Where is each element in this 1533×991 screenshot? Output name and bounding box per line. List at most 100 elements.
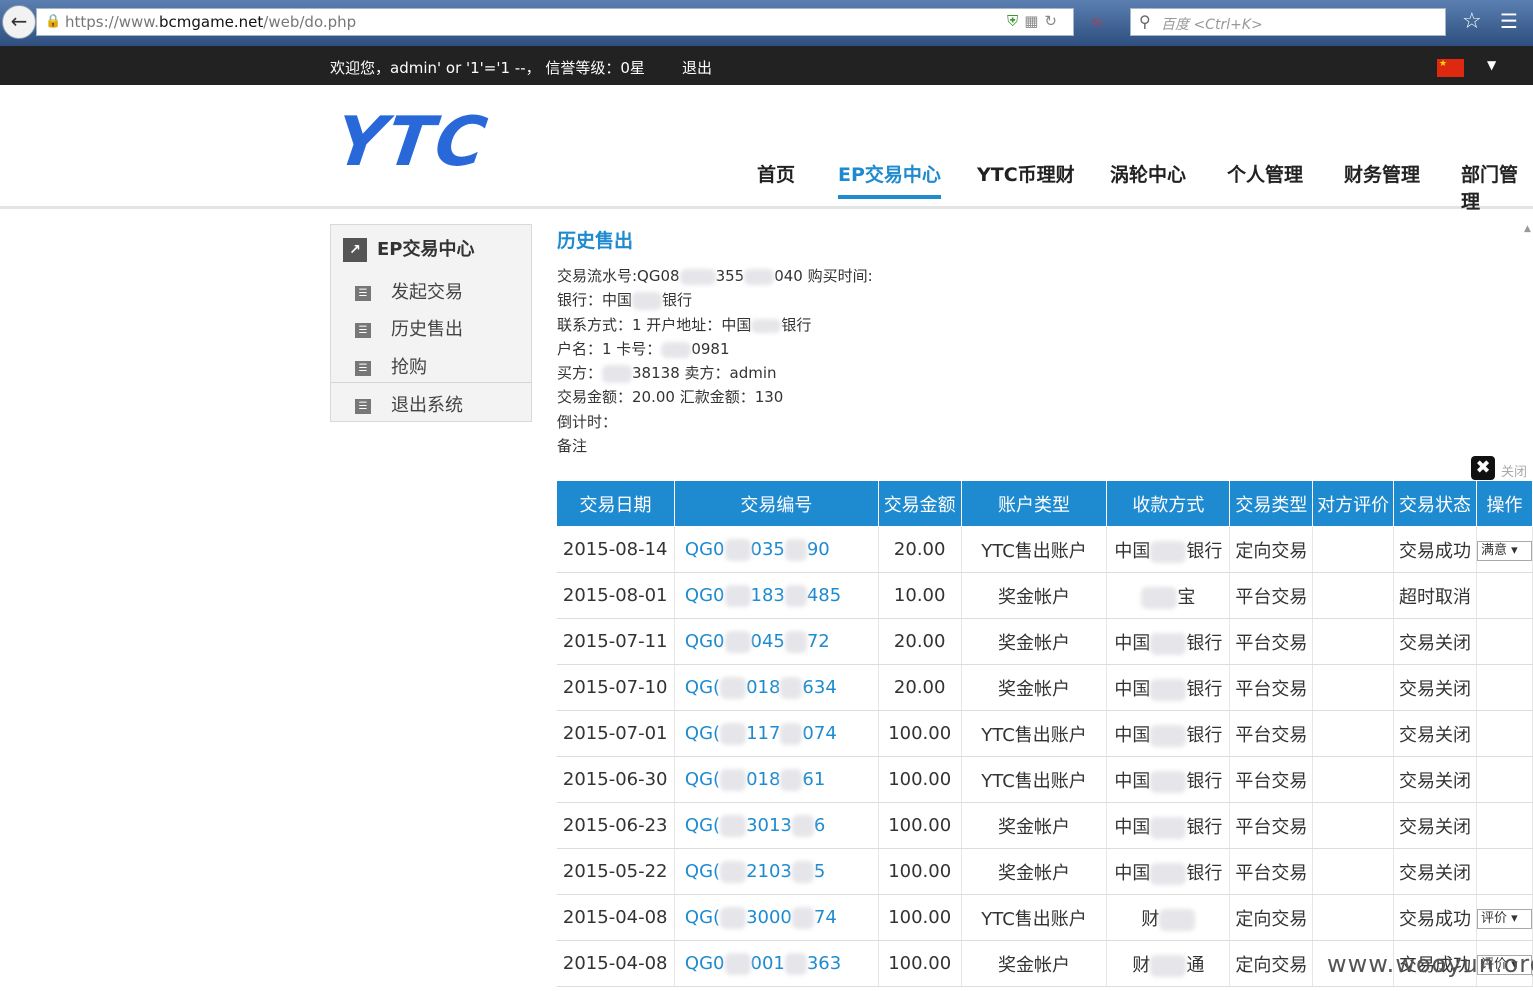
cell-date: 2015-04-08 [556, 940, 675, 987]
cell-trade-type: 平台交易 [1229, 848, 1314, 895]
cell-amount: 10.00 [878, 572, 962, 619]
col-status: 交易状态 [1392, 481, 1477, 527]
table-row: 2015-07-11 QG0 045 72 20.00 奖金帐户 中国 银行 平台交易 交易关闭 [556, 618, 1533, 665]
action-select[interactable]: 评价 ▾ [1476, 909, 1532, 929]
nav-personal[interactable]: 个人管理 [1227, 160, 1303, 187]
watermark: www.wooyun.org [1327, 950, 1533, 978]
cell-action [1476, 848, 1533, 895]
qr-code-icon[interactable]: ▦ [1024, 12, 1044, 30]
cell-amount: 100.00 [878, 710, 962, 757]
table-row: 2015-05-22 QG(2103 5 100.00 奖金帐户 中国 银行 平台交易 交易关闭 [556, 848, 1533, 895]
trade-code-link[interactable]: QG0 183 485 [674, 572, 879, 619]
cell-action [1476, 572, 1533, 619]
chevron-down-icon[interactable]: ▼ [1487, 58, 1496, 72]
trade-code-link[interactable]: QG(117 074 [674, 710, 879, 757]
site-logo[interactable]: YTC [330, 103, 493, 182]
reload-icon[interactable]: ↻ [1044, 12, 1063, 30]
trade-code-link[interactable]: QG(018 634 [674, 664, 879, 711]
detail-countdown: 倒计时： [557, 413, 618, 431]
sidebar-item-start-trade[interactable]: ☰ 发起交易 [355, 278, 463, 304]
detail-serial: 交易流水号:QG08 355 040 购买时间: [557, 267, 873, 285]
trade-code-link[interactable]: QG(2103 5 [674, 848, 879, 895]
cell-amount: 100.00 [878, 894, 962, 941]
cell-amount: 100.00 [878, 940, 962, 987]
address-bar-icons[interactable]: ⛨▦↻ [1007, 12, 1063, 30]
detail-remark: 备注 [557, 437, 588, 455]
cell-action [1476, 802, 1533, 849]
cell-trade-type: 平台交易 [1229, 802, 1314, 849]
shield-icon[interactable]: ⛨ [1007, 12, 1024, 30]
side-menu-title: ↗ EP交易中心 [343, 235, 475, 262]
detail-account: 户名：1 卡号： 0981 [557, 340, 730, 358]
sidebar-item-history[interactable]: ☰ 历史售出 [355, 315, 463, 341]
nav-finance[interactable]: 财务管理 [1344, 160, 1420, 187]
detail-amount: 交易金额：20.00 汇款金额：130 [557, 388, 784, 406]
action-select[interactable]: 满意 ▾ [1476, 541, 1532, 561]
cell-date: 2015-08-01 [556, 572, 675, 619]
nav-turbo-center[interactable]: 涡轮中心 [1110, 160, 1186, 187]
menu-item-icon: ☰ [355, 285, 371, 301]
cell-trade-type: 平台交易 [1229, 618, 1314, 665]
cell-payment: 中国 银行 [1106, 618, 1231, 665]
cell-payment: 中国 银行 [1106, 526, 1231, 573]
sidebar-item-snapup[interactable]: ☰ 抢购 [355, 353, 427, 379]
cell-date: 2015-06-23 [556, 802, 675, 849]
cell-status: 交易关闭 [1393, 802, 1477, 849]
cell-status: 超时取消 [1393, 572, 1477, 619]
cell-payment: 中国 银行 [1106, 756, 1231, 803]
cell-payment: 中国 银行 [1106, 848, 1231, 895]
trade-code-link[interactable]: QG(3013 6 [674, 802, 879, 849]
trade-code-link[interactable]: QG0 045 72 [674, 618, 879, 665]
trade-code-link[interactable]: QG0 035 90 [674, 526, 879, 573]
col-code: 交易编号 [673, 481, 879, 527]
cell-trade-type: 定向交易 [1229, 940, 1314, 987]
cell-status: 交易成功 [1393, 894, 1477, 941]
cell-review [1312, 894, 1394, 941]
cell-action [1476, 618, 1533, 665]
reading-list-icon[interactable]: ☰ [1500, 9, 1518, 33]
adblock-icon[interactable]: ⦸ [1092, 12, 1102, 30]
search-box[interactable]: ⚲ 百度 <Ctrl+K> [1130, 8, 1446, 36]
col-trade-type: 交易类型 [1229, 481, 1314, 527]
menu-item-icon: ☰ [355, 398, 371, 414]
cell-status: 交易关闭 [1393, 664, 1477, 711]
scrollbar-up-arrow[interactable]: ▲ [1524, 224, 1533, 244]
close-label[interactable]: 关闭 [1501, 461, 1527, 480]
cell-amount: 20.00 [878, 618, 962, 665]
back-arrow-icon[interactable]: ← [2, 5, 36, 39]
close-icon[interactable]: ✖ [1471, 456, 1495, 480]
bookmark-star-icon[interactable]: ☆ [1462, 9, 1482, 34]
china-flag-icon[interactable]: ★ [1437, 59, 1464, 77]
cell-status: 交易成功 [1393, 526, 1477, 573]
table-row: 2015-04-08 QG(3000 74 100.00 YTC售出账户财定向交易 交易成… [556, 894, 1533, 941]
address-bar[interactable]: 🔒 https://www.bcmgame.net/web/do.php ⛨▦↻ [36, 8, 1074, 36]
nav-ytc-finance[interactable]: YTC币理财 [977, 160, 1075, 187]
cell-review [1312, 618, 1394, 665]
cell-action [1476, 710, 1533, 757]
cell-amount: 20.00 [878, 664, 962, 711]
table-header-row: 交易日期 交易编号 交易金额 账户类型 收款方式 交易类型 对方评价 交易状态 … [556, 481, 1533, 527]
cell-action [1476, 664, 1533, 711]
logout-link[interactable]: 退出 [682, 57, 712, 78]
trade-code-link[interactable]: QG(3000 74 [674, 894, 879, 941]
trade-code-link[interactable]: QG(018 61 [674, 756, 879, 803]
site-header: YTC 首页 EP交易中心 YTC币理财 涡轮中心 个人管理 财务管理 部门管理 [0, 85, 1533, 213]
search-icon: ⚲ [1139, 12, 1151, 31]
trade-code-link[interactable]: QG0 001 363 [674, 940, 879, 987]
col-action: 操作 [1475, 481, 1533, 527]
cell-payment: 中国 银行 [1106, 802, 1231, 849]
menu-item-icon: ☰ [355, 322, 371, 338]
nav-department[interactable]: 部门管理 [1461, 160, 1533, 214]
cell-account-type: 奖金帐户 [961, 848, 1108, 895]
cell-review [1312, 572, 1394, 619]
table-row: 2015-06-23 QG(3013 6 100.00 奖金帐户 中国 银行 平台交易 交易关闭 [556, 802, 1533, 849]
cell-account-type: 奖金帐户 [961, 572, 1108, 619]
col-account-type: 账户类型 [960, 481, 1108, 527]
cell-payment: 宝 [1106, 572, 1231, 619]
nav-home[interactable]: 首页 [757, 160, 795, 187]
url-text[interactable]: https://www.bcmgame.net/web/do.php [65, 13, 356, 31]
cell-date: 2015-07-01 [556, 710, 675, 757]
nav-ep-trade[interactable]: EP交易中心 [838, 160, 941, 199]
sidebar-item-exit[interactable]: ☰ 退出系统 [355, 391, 463, 417]
cell-date: 2015-08-14 [556, 526, 675, 573]
